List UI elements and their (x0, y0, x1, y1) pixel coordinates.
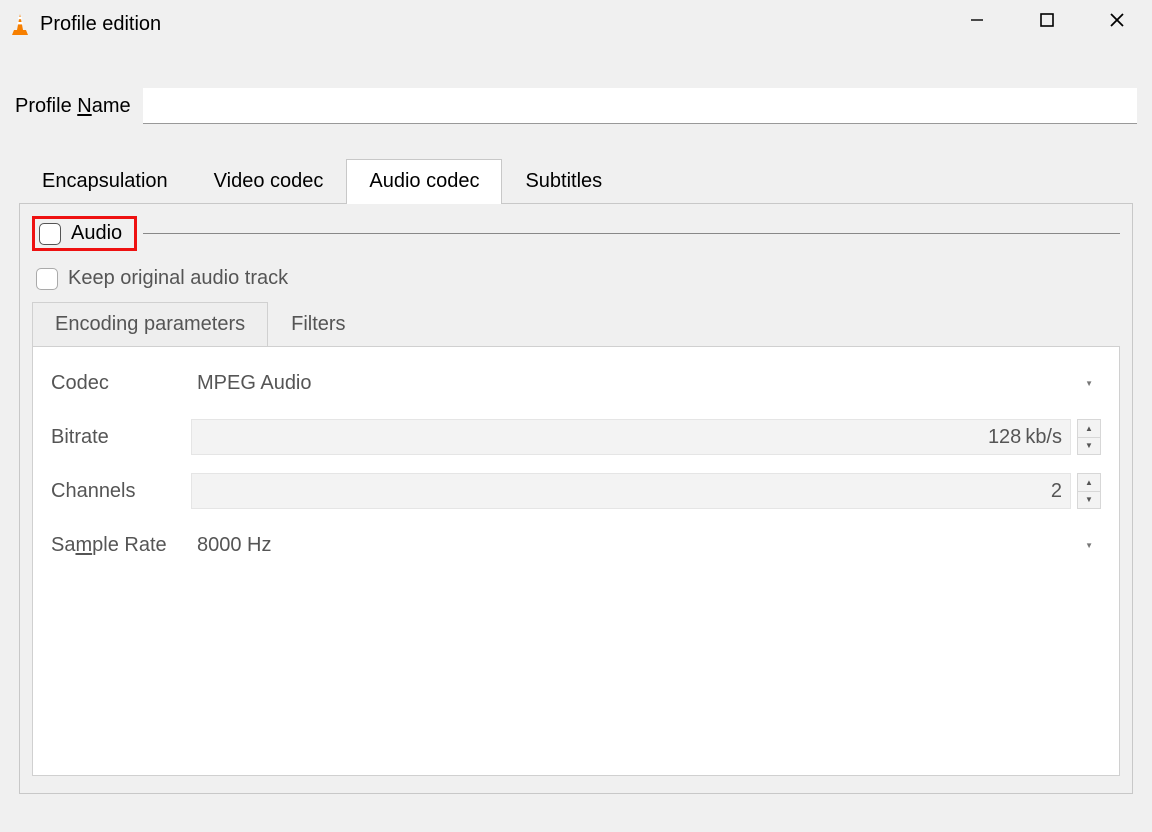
profile-edition-window: Profile edition Profile Name Encapsulati… (0, 0, 1152, 832)
content-area: Profile Name Encapsulation Video codec A… (0, 48, 1152, 794)
minimize-button[interactable] (942, 0, 1012, 40)
codec-value: MPEG Audio (197, 372, 312, 395)
bitrate-label: Bitrate (51, 426, 191, 449)
bitrate-suffix: kb/s (1025, 426, 1062, 449)
bitrate-spinbox[interactable]: 128 kb/s (191, 419, 1071, 455)
chevron-down-icon: ▼ (1085, 541, 1093, 550)
bitrate-spinner-buttons: ▲ ▼ (1077, 419, 1101, 455)
tab-video-codec[interactable]: Video codec (191, 159, 347, 203)
keep-original-label: Keep original audio track (68, 267, 288, 290)
tab-audio-codec[interactable]: Audio codec (346, 159, 502, 203)
channels-spin-down[interactable]: ▼ (1078, 492, 1100, 509)
highlight-annotation: Audio (32, 216, 137, 251)
chevron-down-icon: ▼ (1085, 379, 1093, 388)
window-controls (942, 0, 1152, 40)
channels-row: Channels 2 ▲ ▼ (51, 473, 1101, 509)
window-title: Profile edition (40, 13, 161, 36)
samplerate-row: Sample Rate 8000 Hz ▼ (51, 527, 1101, 563)
audio-enable-checkbox[interactable] (39, 223, 61, 245)
profile-name-input[interactable] (143, 88, 1137, 124)
subtab-filters[interactable]: Filters (268, 302, 368, 346)
encoding-parameters-panel: Codec MPEG Audio ▼ Bitrate 128 kb/s ▲ ▼ (32, 346, 1120, 776)
samplerate-value: 8000 Hz (197, 534, 272, 557)
keep-original-checkbox[interactable] (36, 268, 58, 290)
vlc-cone-icon (10, 12, 30, 36)
codec-row: Codec MPEG Audio ▼ (51, 365, 1101, 401)
group-separator (143, 233, 1120, 234)
codec-combobox[interactable]: MPEG Audio ▼ (191, 365, 1101, 401)
audio-subtabs: Encoding parameters Filters (32, 302, 1120, 346)
bitrate-value: 128 (988, 426, 1021, 449)
bitrate-row: Bitrate 128 kb/s ▲ ▼ (51, 419, 1101, 455)
audio-enable-label: Audio (71, 222, 122, 245)
audio-codec-panel: Audio Keep original audio track Encoding… (19, 204, 1133, 794)
subtab-encoding-parameters[interactable]: Encoding parameters (32, 302, 268, 346)
audio-group-header: Audio (32, 212, 1120, 255)
channels-spin-up[interactable]: ▲ (1078, 474, 1100, 492)
codec-label: Codec (51, 372, 191, 395)
main-tabstrip: Encapsulation Video codec Audio codec Su… (19, 159, 1133, 204)
tab-encapsulation[interactable]: Encapsulation (19, 159, 191, 203)
profile-name-row: Profile Name (15, 88, 1137, 124)
bitrate-spin-up[interactable]: ▲ (1078, 420, 1100, 438)
channels-label: Channels (51, 480, 191, 503)
samplerate-combobox[interactable]: 8000 Hz ▼ (191, 527, 1101, 563)
bitrate-spin-down[interactable]: ▼ (1078, 438, 1100, 455)
channels-spinbox[interactable]: 2 (191, 473, 1071, 509)
keep-original-row: Keep original audio track (32, 255, 1120, 302)
channels-value: 2 (1051, 480, 1062, 503)
channels-spinner-buttons: ▲ ▼ (1077, 473, 1101, 509)
maximize-button[interactable] (1012, 0, 1082, 40)
tab-subtitles[interactable]: Subtitles (502, 159, 625, 203)
close-button[interactable] (1082, 0, 1152, 40)
profile-name-label: Profile Name (15, 95, 131, 118)
samplerate-label: Sample Rate (51, 534, 191, 557)
titlebar: Profile edition (0, 0, 1152, 48)
